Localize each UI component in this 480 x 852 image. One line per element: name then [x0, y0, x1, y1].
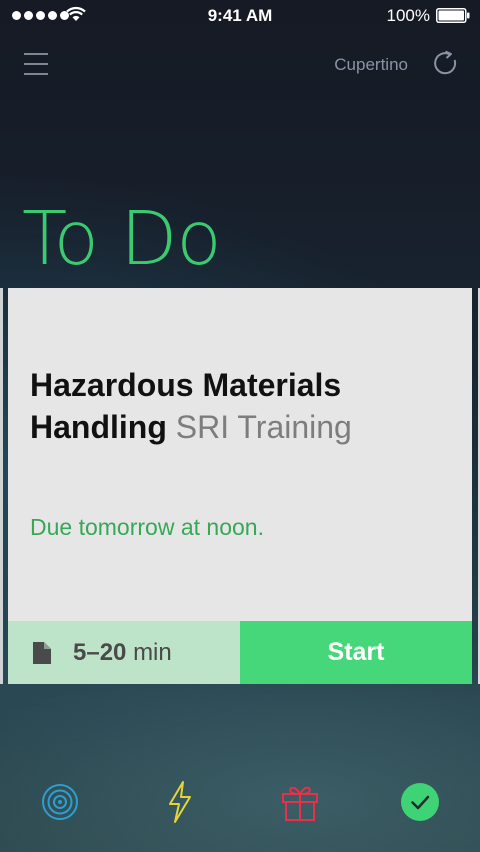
- tab-gift[interactable]: [278, 772, 322, 832]
- duration-text: 5–20 min: [73, 639, 172, 667]
- tab-lightning[interactable]: [158, 772, 202, 832]
- course-type: SRI Training: [175, 409, 352, 445]
- page-title: To Do: [22, 196, 222, 282]
- refresh-icon[interactable]: [432, 50, 458, 76]
- tab-target[interactable]: [38, 772, 82, 832]
- previous-card-edge[interactable]: [0, 288, 3, 684]
- battery-icon: [436, 8, 470, 23]
- document-icon: [33, 641, 51, 664]
- training-card[interactable]: Hazardous Materials Handling SRI Trainin…: [8, 288, 472, 684]
- tab-done[interactable]: [398, 772, 442, 832]
- lightning-icon: [169, 781, 191, 823]
- check-circle-icon: [401, 783, 439, 821]
- gift-icon: [282, 786, 318, 821]
- duration-value: 5–20: [73, 638, 127, 666]
- hamburger-menu-icon[interactable]: [24, 53, 48, 75]
- battery-percentage: 100%: [386, 6, 430, 25]
- duration-unit: min: [133, 638, 172, 666]
- tab-bar: [0, 772, 480, 832]
- start-button[interactable]: Start: [240, 621, 472, 684]
- due-date-text: Due tomorrow at noon.: [30, 514, 264, 540]
- card-heading: Hazardous Materials Handling SRI Trainin…: [30, 364, 450, 448]
- status-bar: 9:41 AM 100%: [0, 0, 480, 32]
- target-icon: [42, 784, 78, 820]
- location-label[interactable]: Cupertino: [334, 55, 408, 75]
- duration-panel: 5–20 min: [8, 621, 240, 684]
